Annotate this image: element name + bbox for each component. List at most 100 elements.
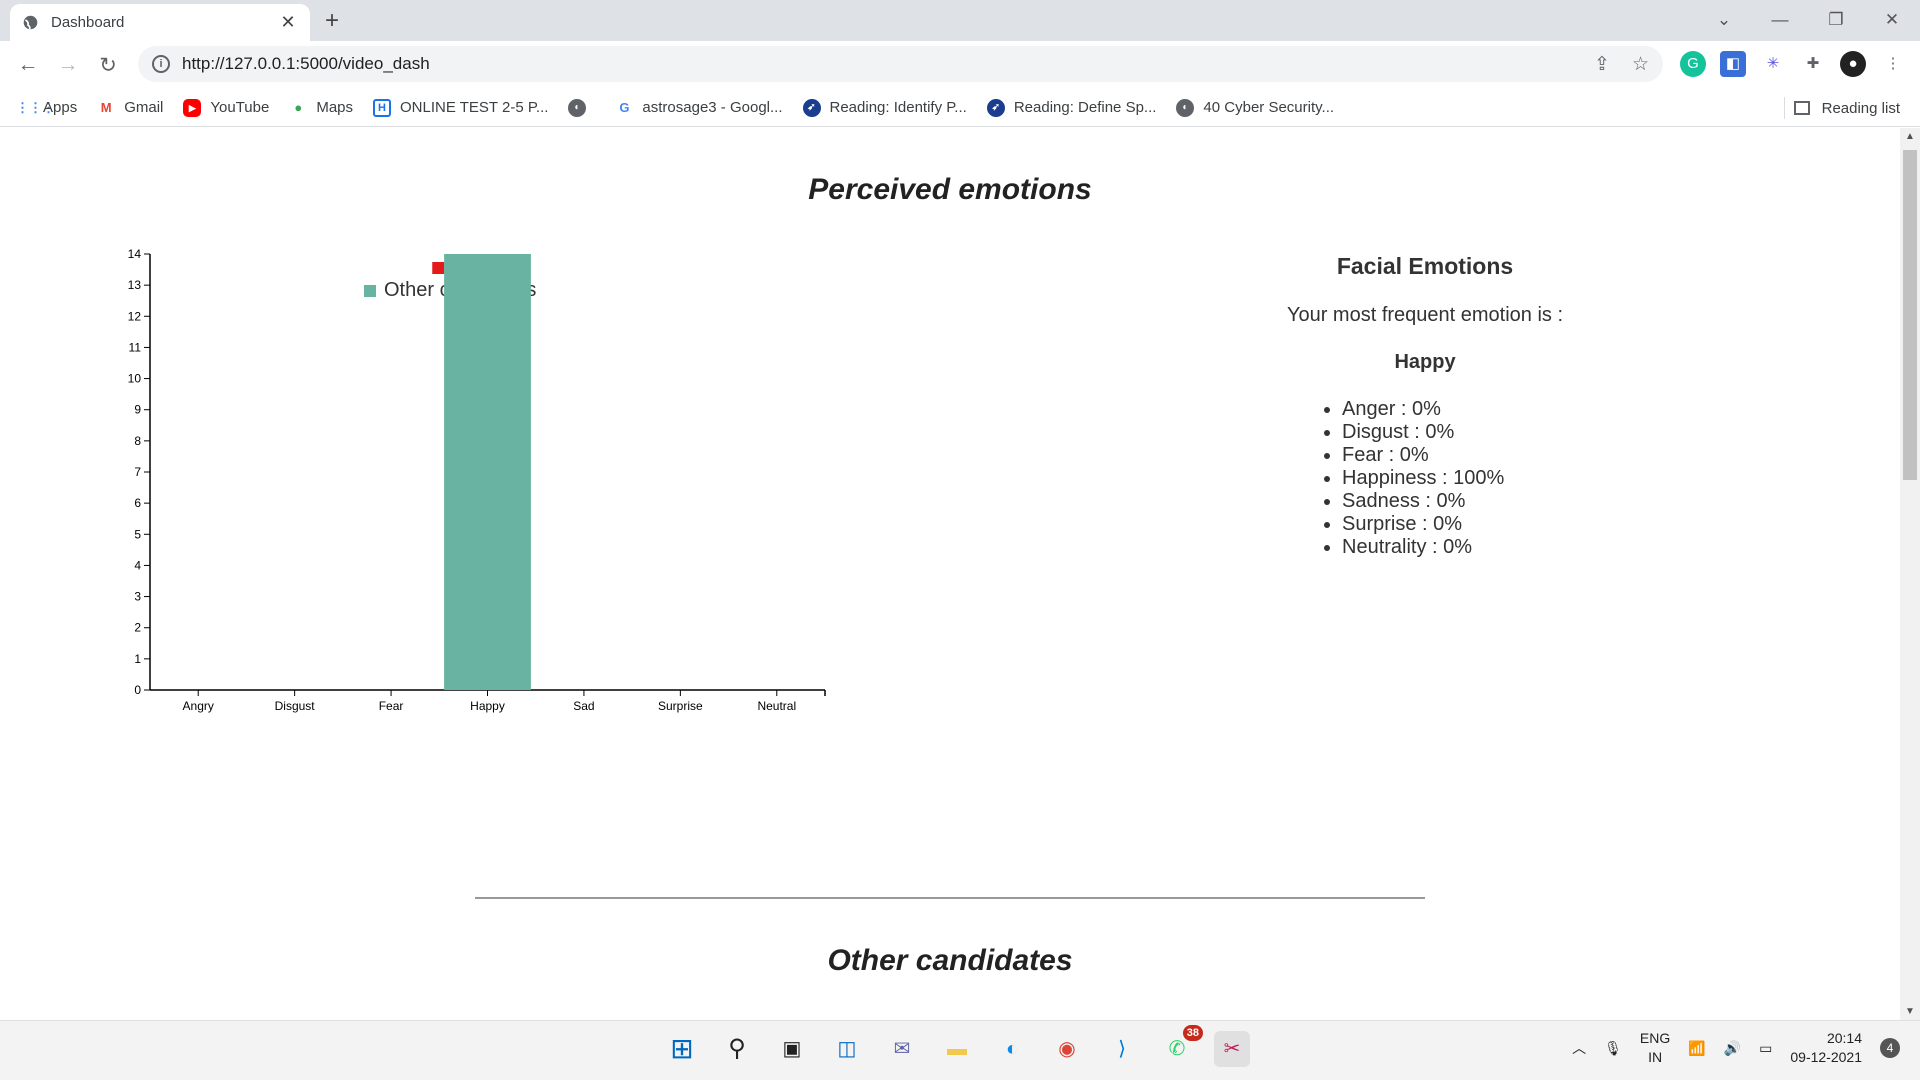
list-item: Sadness : 0% [1342, 490, 1620, 513]
microphone-icon[interactable]: 🎙 [1604, 1040, 1622, 1057]
clock[interactable]: 20:14 09-12-2021 [1790, 1029, 1862, 1067]
close-window-button[interactable]: ✕ [1864, 6, 1920, 34]
share-icon[interactable]: ⇪ [1594, 53, 1610, 76]
y-tick-label: 11 [129, 340, 142, 354]
chrome-icon[interactable]: ◉ [1049, 1031, 1085, 1067]
whatsapp-badge: 38 [1182, 1025, 1203, 1041]
back-button[interactable]: ← [8, 53, 48, 77]
legend-swatch [432, 262, 445, 274]
bookmark-cyber-security[interactable]: ◐ 40 Cyber Security... [1176, 98, 1334, 117]
show-hidden-icons-icon[interactable]: ︿ [1572, 1038, 1586, 1058]
frequent-emotion-label: Your most frequent emotion is : [1286, 304, 1564, 326]
profile-avatar[interactable]: ● [1840, 51, 1866, 77]
task-view-icon[interactable]: ▣ [774, 1031, 810, 1067]
list-item: Fear : 0% [1342, 444, 1620, 467]
bookmark-astrosage[interactable]: G astrosage3 - Googl... [615, 99, 782, 117]
widgets-icon[interactable]: ◫ [829, 1031, 865, 1067]
legend-swatch [364, 285, 376, 297]
extension-icon[interactable]: ◧ [1720, 51, 1746, 77]
language-indicator[interactable]: ENG IN [1640, 1029, 1670, 1067]
youtube-icon: ▶ [183, 98, 202, 117]
new-tab-button[interactable]: + [325, 7, 339, 35]
scrollbar-thumb[interactable] [1903, 150, 1917, 480]
close-tab-icon[interactable]: ✕ [278, 12, 298, 33]
list-item: Happiness : 100% [1342, 467, 1620, 490]
notification-count[interactable]: 4 [1880, 1038, 1900, 1058]
section-divider [475, 897, 1425, 899]
extension-star-icon[interactable]: ✳ [1760, 51, 1786, 77]
site-info-icon[interactable]: i [152, 55, 170, 73]
extensions-puzzle-icon[interactable]: ✚ [1800, 51, 1826, 77]
y-tick-label: 9 [134, 403, 141, 417]
facial-emotions-panel: Facial Emotions Your most frequent emoti… [1230, 253, 1620, 559]
y-tick-label: 2 [134, 621, 141, 635]
browser-toolbar: ← → ↻ i http://127.0.0.1:5000/video_dash… [0, 41, 1920, 89]
reading-list-button[interactable]: Reading list [1793, 89, 1900, 127]
bookmark-reading-identify[interactable]: ➶ Reading: Identify P... [802, 98, 967, 117]
gmail-icon: M [100, 99, 112, 115]
page-scrollbar[interactable]: ▲ ▼ [1900, 128, 1920, 1020]
reload-button[interactable]: ↻ [88, 53, 128, 78]
x-tick-label: Sad [573, 699, 594, 713]
y-tick-label: 8 [134, 434, 141, 448]
forward-button[interactable]: → [48, 53, 88, 77]
edge-icon[interactable]: ◐ [994, 1031, 1030, 1067]
whatsapp-icon[interactable]: ✆ 38 [1159, 1025, 1203, 1067]
y-tick-label: 6 [134, 496, 141, 510]
y-tick-label: 7 [134, 465, 141, 479]
bookmarks-bar: ⋮⋮⋮ Apps M Gmail ▶ YouTube ● Maps H ONLI… [0, 89, 1920, 127]
y-tick-label: 3 [134, 590, 141, 604]
maps-icon: ● [294, 99, 303, 115]
bookmarks-divider [1784, 97, 1785, 119]
globe-icon: ◐ [568, 98, 587, 117]
address-bar[interactable]: i http://127.0.0.1:5000/video_dash ⇪ ☆ [138, 46, 1663, 82]
x-tick-label: Disgust [275, 699, 316, 713]
globe-icon [23, 15, 38, 30]
y-tick-label: 10 [128, 372, 142, 386]
list-item: Disgust : 0% [1342, 421, 1620, 444]
tab-search-icon[interactable]: ⌄ [1696, 6, 1752, 34]
wifi-icon[interactable]: 📶 [1688, 1040, 1705, 1057]
bookmark-globe[interactable]: ◐ [568, 98, 595, 117]
tab-dashboard[interactable]: Dashboard ✕ [10, 4, 310, 41]
section-title-other-candidates: Other candidates [827, 944, 1073, 977]
snipping-tool-icon[interactable]: ✂ [1214, 1031, 1250, 1067]
x-tick-label: Neutral [757, 699, 796, 713]
reading-icon: ➶ [986, 98, 1005, 117]
y-tick-label: 12 [128, 309, 142, 323]
vscode-icon[interactable]: ⟩ [1104, 1031, 1140, 1067]
url-text[interactable]: http://127.0.0.1:5000/video_dash [182, 54, 430, 74]
scroll-down-arrow[interactable]: ▼ [1900, 1006, 1920, 1017]
battery-icon[interactable]: ▭ [1759, 1040, 1772, 1057]
menu-icon[interactable]: ⋮ [1880, 51, 1906, 77]
grammarly-icon[interactable]: G [1680, 51, 1706, 77]
search-icon[interactable]: ⚲ [719, 1031, 755, 1067]
scroll-up-arrow[interactable]: ▲ [1900, 131, 1920, 142]
bookmark-gmail[interactable]: M Gmail [97, 99, 164, 117]
emotion-bar-chart: YouOther candidates01234567891011121314A… [128, 248, 826, 713]
list-item: Anger : 0% [1342, 398, 1620, 421]
bar-happy [444, 254, 531, 690]
emotion-percent-list: Anger : 0% Disgust : 0% Fear : 0% Happin… [1342, 398, 1620, 559]
bookmark-maps[interactable]: ● Maps [289, 99, 353, 117]
reading-icon: ➶ [802, 98, 821, 117]
minimize-button[interactable]: — [1752, 6, 1808, 34]
start-icon[interactable]: ⊞ [664, 1031, 700, 1067]
teams-chat-icon[interactable]: ✉ [884, 1031, 920, 1067]
y-tick-label: 4 [134, 558, 141, 572]
tab-title: Dashboard [51, 14, 125, 31]
bookmark-online-test[interactable]: H ONLINE TEST 2-5 P... [373, 98, 548, 117]
bookmark-apps[interactable]: ⋮⋮⋮ Apps [16, 99, 77, 117]
file-explorer-icon[interactable]: ▬ [939, 1031, 975, 1067]
bookmark-reading-define[interactable]: ➶ Reading: Define Sp... [986, 98, 1156, 117]
y-tick-label: 0 [134, 683, 141, 697]
x-tick-label: Surprise [658, 699, 703, 713]
bookmark-youtube[interactable]: ▶ YouTube [183, 98, 269, 117]
x-tick-label: Angry [183, 699, 214, 713]
facial-emotions-heading: Facial Emotions [1336, 253, 1514, 279]
restore-button[interactable]: ❐ [1808, 6, 1864, 34]
x-tick-label: Happy [470, 699, 505, 713]
page-content: Perceived emotions YouOther candidates01… [0, 128, 1900, 1020]
bookmark-star-icon[interactable]: ☆ [1632, 53, 1649, 76]
volume-icon[interactable]: 🔊 [1724, 1040, 1741, 1057]
